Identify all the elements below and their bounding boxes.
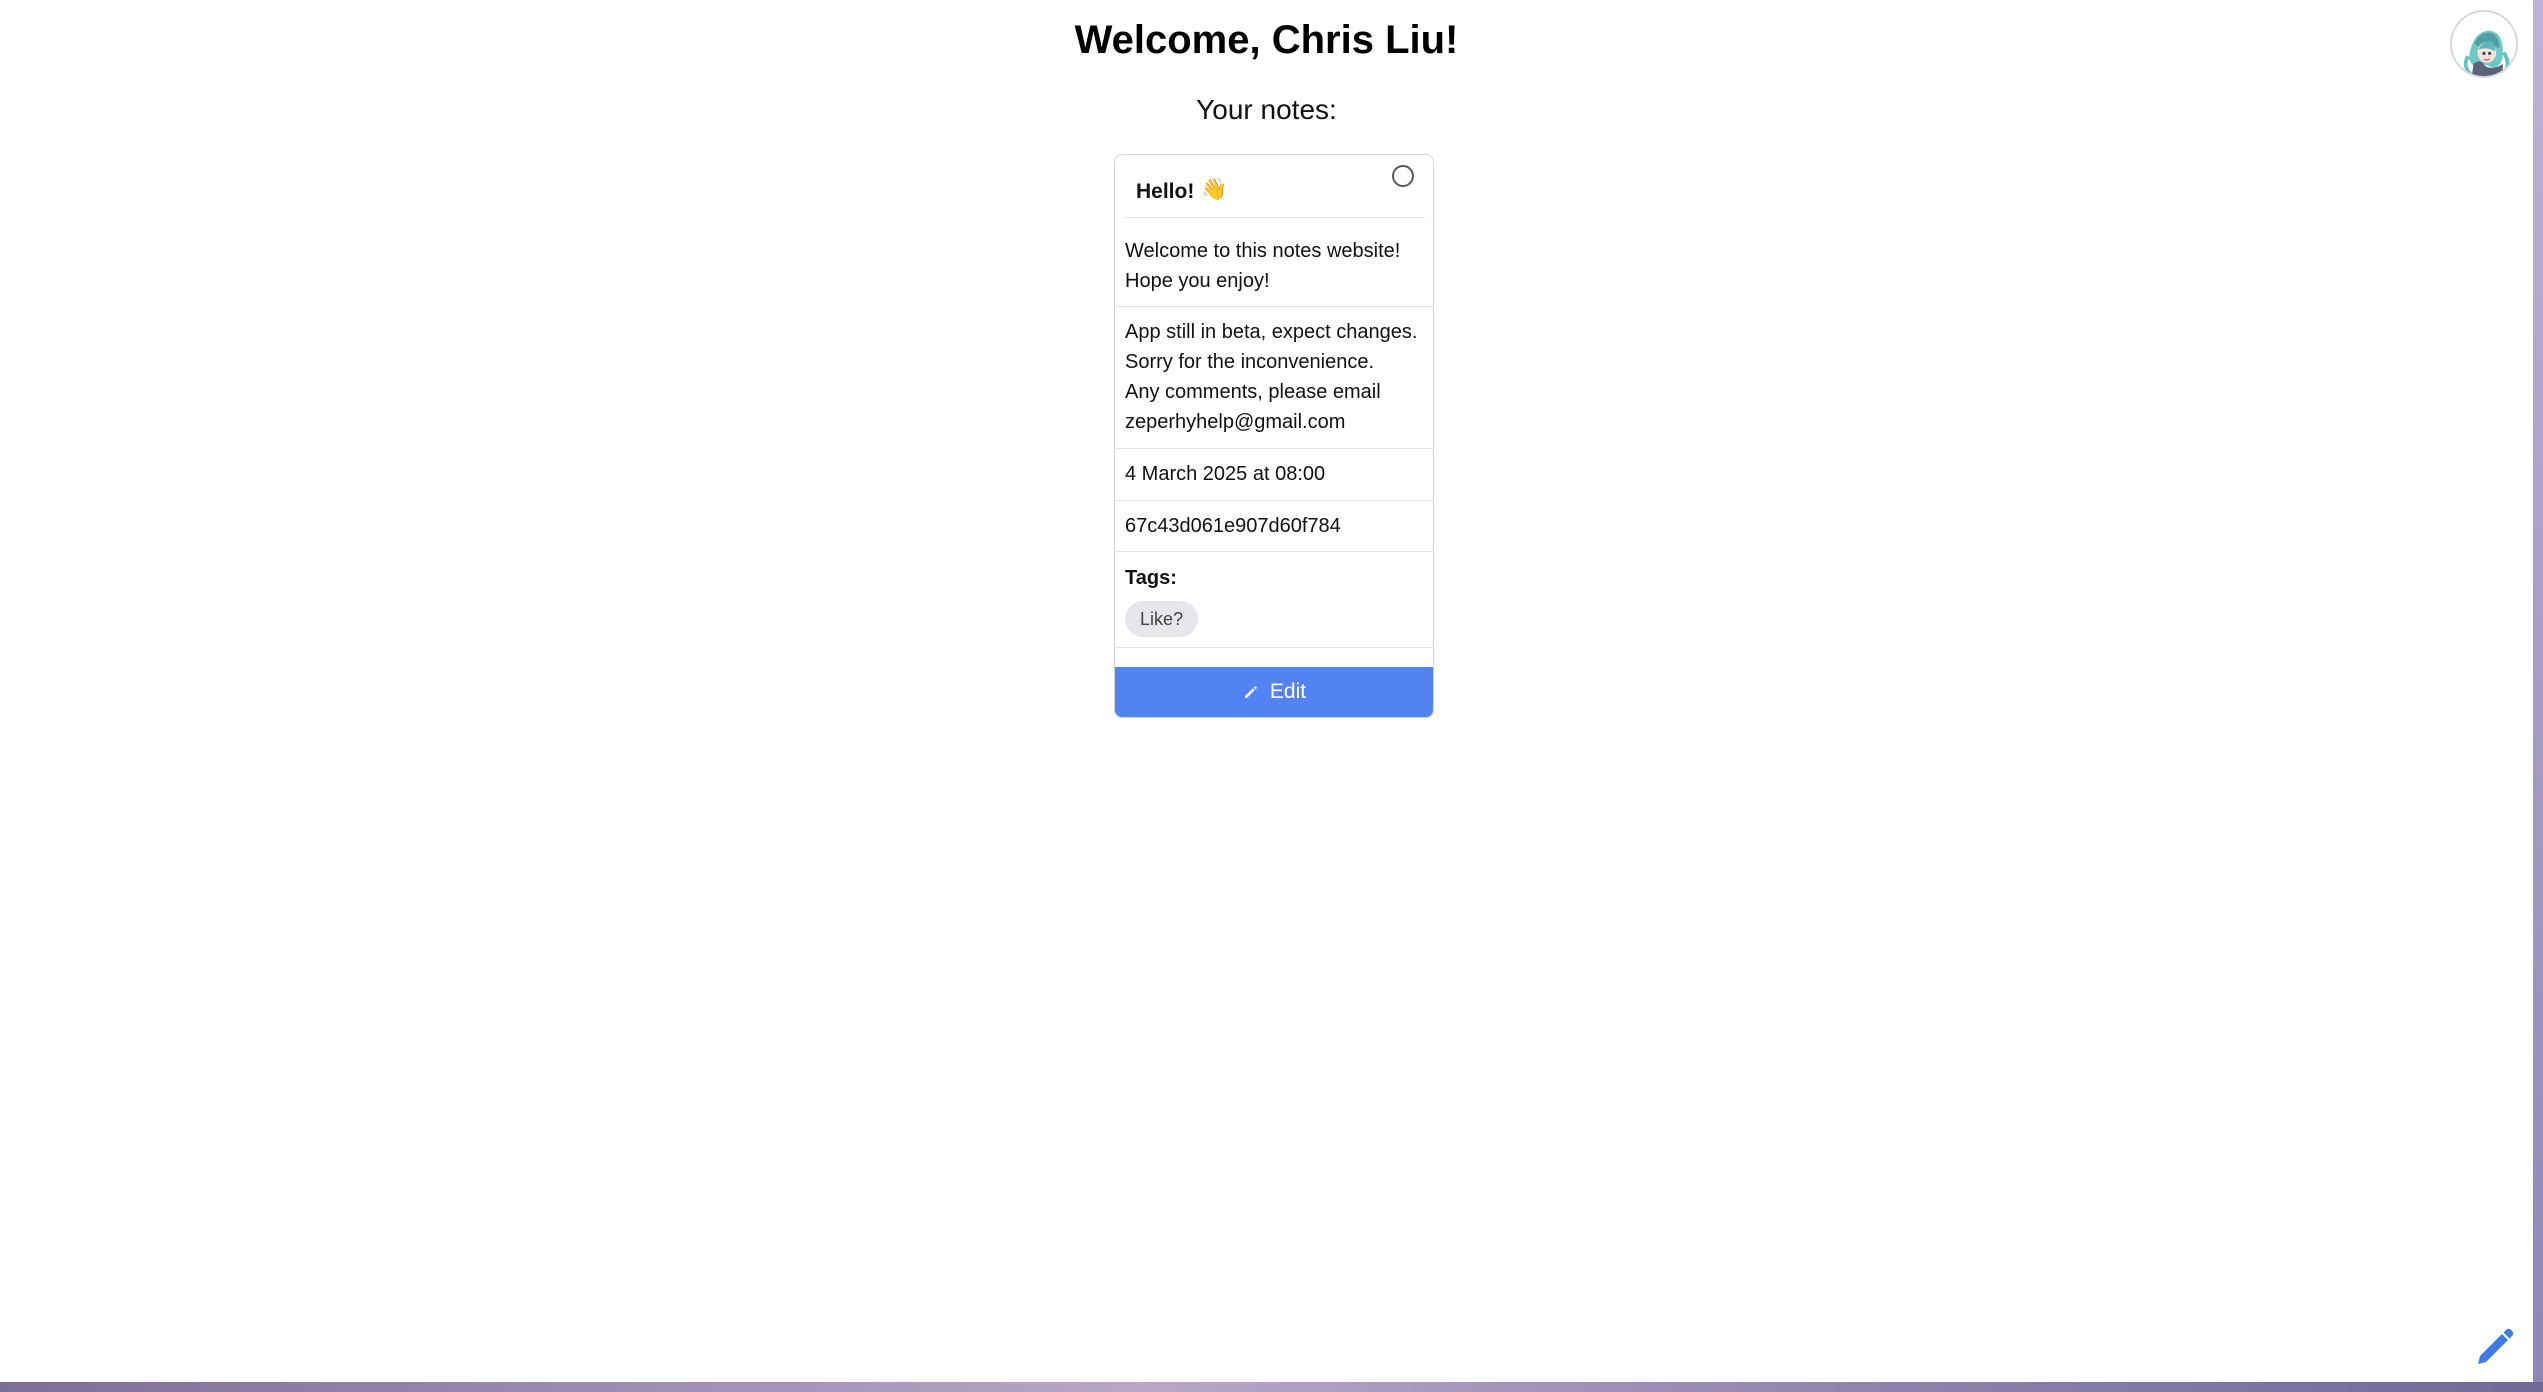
page: Welcome, Chris Liu! Your notes: Hello! 👋… — [0, 0, 2533, 1382]
divider — [1115, 647, 1433, 648]
tag-chip[interactable]: Like? — [1125, 601, 1199, 637]
message-line: Hope you enjoy! — [1125, 270, 1270, 292]
tags-label: Tags: — [1125, 567, 1177, 589]
notice-line: Any comments, please email — [1125, 381, 1381, 403]
notice-line: App still in beta, expect changes. — [1125, 321, 1418, 343]
note-id: 67c43d061e907d60f784 — [1125, 515, 1341, 537]
window-edge — [0, 1382, 2543, 1392]
notice-line: Sorry for the inconvenience. — [1125, 351, 1375, 373]
edit-button-label: Edit — [1269, 680, 1307, 703]
window-edge — [2533, 0, 2543, 1392]
waving-hand-icon: 👋 — [1201, 178, 1228, 201]
avatar-icon — [2452, 12, 2516, 76]
divider — [1115, 448, 1433, 449]
new-note-button[interactable] — [2472, 1322, 2520, 1370]
edit-button[interactable]: Edit — [1115, 667, 1433, 717]
divider — [1115, 306, 1433, 307]
divider — [1125, 217, 1425, 218]
beta-notice: App still in beta, expect changes. Sorry… — [1125, 317, 1425, 437]
pencil-icon — [2478, 1328, 2514, 1364]
divider — [1115, 551, 1433, 552]
page-title: Welcome, Chris Liu! — [1074, 18, 1459, 62]
support-email: zeperhyhelp@gmail.com — [1125, 411, 1346, 433]
note-title: Hello! — [1136, 180, 1195, 203]
notes-heading: Your notes: — [1196, 94, 1337, 125]
note-select-circle[interactable] — [1392, 165, 1414, 187]
note-message: Welcome to this notes website! Hope you … — [1125, 236, 1425, 296]
divider — [1115, 500, 1433, 501]
pencil-icon — [1244, 686, 1257, 698]
note-card: Hello! 👋 Welcome to this notes website! … — [1114, 154, 1434, 718]
message-line: Welcome to this notes website! — [1125, 240, 1401, 262]
user-avatar-button[interactable] — [2450, 10, 2518, 78]
note-date: 4 March 2025 at 08:00 — [1125, 463, 1326, 485]
